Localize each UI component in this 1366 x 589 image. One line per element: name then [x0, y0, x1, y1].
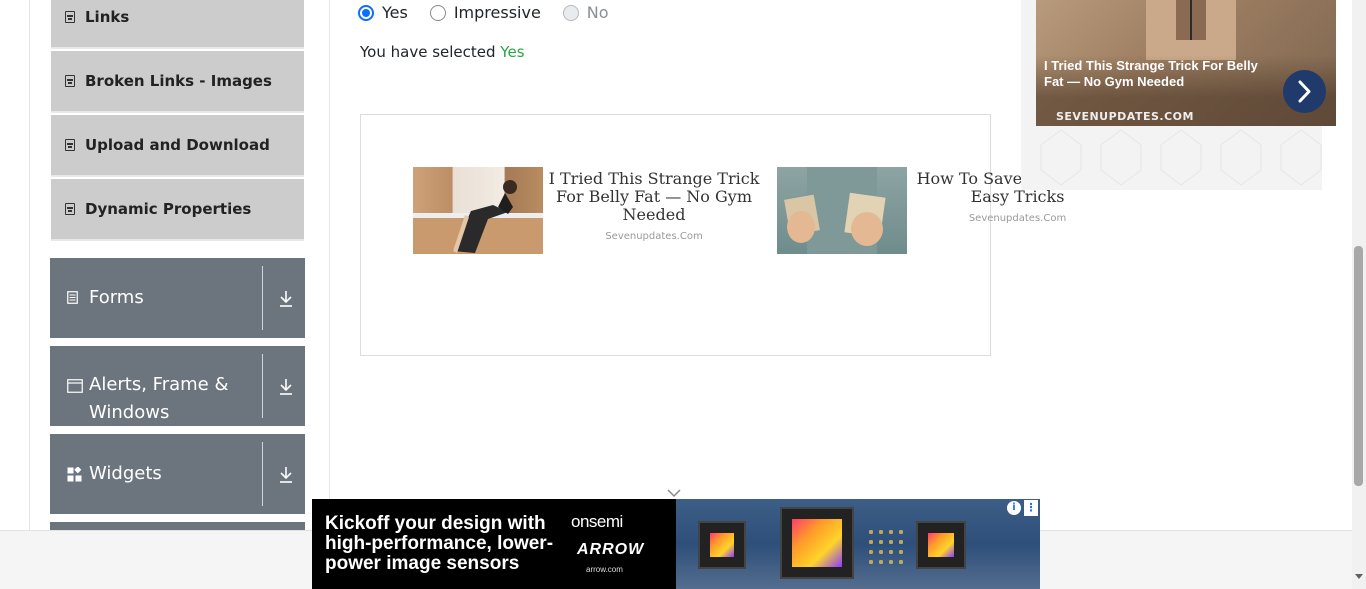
group-forms[interactable]: Forms: [50, 258, 305, 338]
document-icon: [65, 75, 75, 87]
download-icon[interactable]: [278, 288, 294, 308]
sidebar-item-label: Broken Links - Images: [85, 72, 272, 90]
document-icon: [65, 11, 75, 23]
sidebar-item-dynamic-properties[interactable]: Dynamic Properties: [51, 179, 304, 241]
selection-value: Yes: [500, 43, 525, 61]
banner-brand-onsemi: onsemi: [571, 512, 623, 531]
banner-brand-arrow: ARROW: [577, 541, 645, 558]
group-alerts-frame-windows[interactable]: Alerts, Frame & Windows: [50, 346, 305, 426]
download-icon[interactable]: [278, 464, 294, 484]
chip-graphic: [698, 521, 746, 569]
radio-no: [562, 4, 579, 21]
ad-info-icon[interactable]: i: [1007, 501, 1021, 515]
ad-image[interactable]: [777, 167, 907, 254]
widgets-icon: [67, 466, 82, 486]
radio-group: Yes Impressive No: [358, 3, 631, 22]
side-ad-arrow-button[interactable]: [1283, 70, 1326, 113]
radio-yes-label[interactable]: Yes: [382, 3, 408, 22]
window-icon: [67, 379, 83, 397]
group-divider: [262, 266, 263, 330]
download-icon[interactable]: [278, 376, 294, 396]
banner-headline[interactable]: Kickoff your design with high-performanc…: [325, 514, 565, 574]
ad-source: Sevenupdates.Com: [605, 231, 703, 242]
selection-result: You have selected Yes: [360, 43, 525, 61]
banner-image: [676, 499, 1040, 589]
radio-impressive[interactable]: [429, 4, 446, 21]
document-icon: [65, 139, 75, 151]
banner-ad[interactable]: Kickoff your design with high-performanc…: [312, 499, 1040, 589]
radio-yes[interactable]: [358, 4, 374, 21]
chip-graphic: [916, 521, 966, 569]
banner-url: arrow.com: [586, 565, 623, 574]
ad-image[interactable]: [413, 167, 543, 254]
document-icon: [67, 291, 78, 308]
group-divider: [262, 354, 263, 418]
sidebar-item-label: Dynamic Properties: [85, 200, 252, 218]
group-widgets[interactable]: Widgets: [50, 434, 305, 514]
page: Links Broken Links - Images Upload and D…: [0, 0, 1366, 589]
left-border: [29, 0, 30, 530]
sidebar-item-label: Upload and Download: [85, 136, 270, 154]
sidebar-item-broken-links[interactable]: Broken Links - Images: [51, 51, 304, 113]
sidebar-item-upload-download[interactable]: Upload and Download: [51, 115, 304, 177]
bga-graphic: [866, 527, 906, 567]
radio-impressive-label[interactable]: Impressive: [454, 3, 541, 22]
group-next: [50, 522, 305, 530]
document-icon: [65, 203, 75, 215]
ad-title[interactable]: I Tried This Strange Trick For Belly Fat…: [548, 170, 760, 224]
scrollbar-thumb[interactable]: [1354, 246, 1363, 486]
group-label: Forms: [89, 287, 144, 308]
sidebar-item-links[interactable]: Links: [51, 0, 304, 49]
sidebar-item-label: Links: [85, 8, 130, 26]
ad-source: Sevenupdates.Com: [968, 213, 1067, 224]
scroll-down-arrow[interactable]: [1355, 574, 1363, 579]
group-divider: [262, 442, 263, 506]
ad-more-icon[interactable]: ⋮: [1024, 500, 1038, 516]
group-label: Alerts, Frame & Windows: [89, 374, 229, 423]
radio-no-label: No: [586, 3, 609, 22]
chevron-right-icon: [1298, 80, 1311, 103]
chevron-down-icon[interactable]: [667, 485, 681, 498]
selection-prefix: You have selected: [360, 43, 496, 61]
chip-graphic: [780, 507, 854, 579]
side-ad-title[interactable]: I Tried This Strange Trick For Belly Fat…: [1044, 58, 1279, 90]
sidebar-divider: [329, 0, 330, 530]
group-label: Widgets: [89, 463, 162, 484]
side-ad-source: SEVENUPDATES.COM: [1056, 110, 1194, 123]
